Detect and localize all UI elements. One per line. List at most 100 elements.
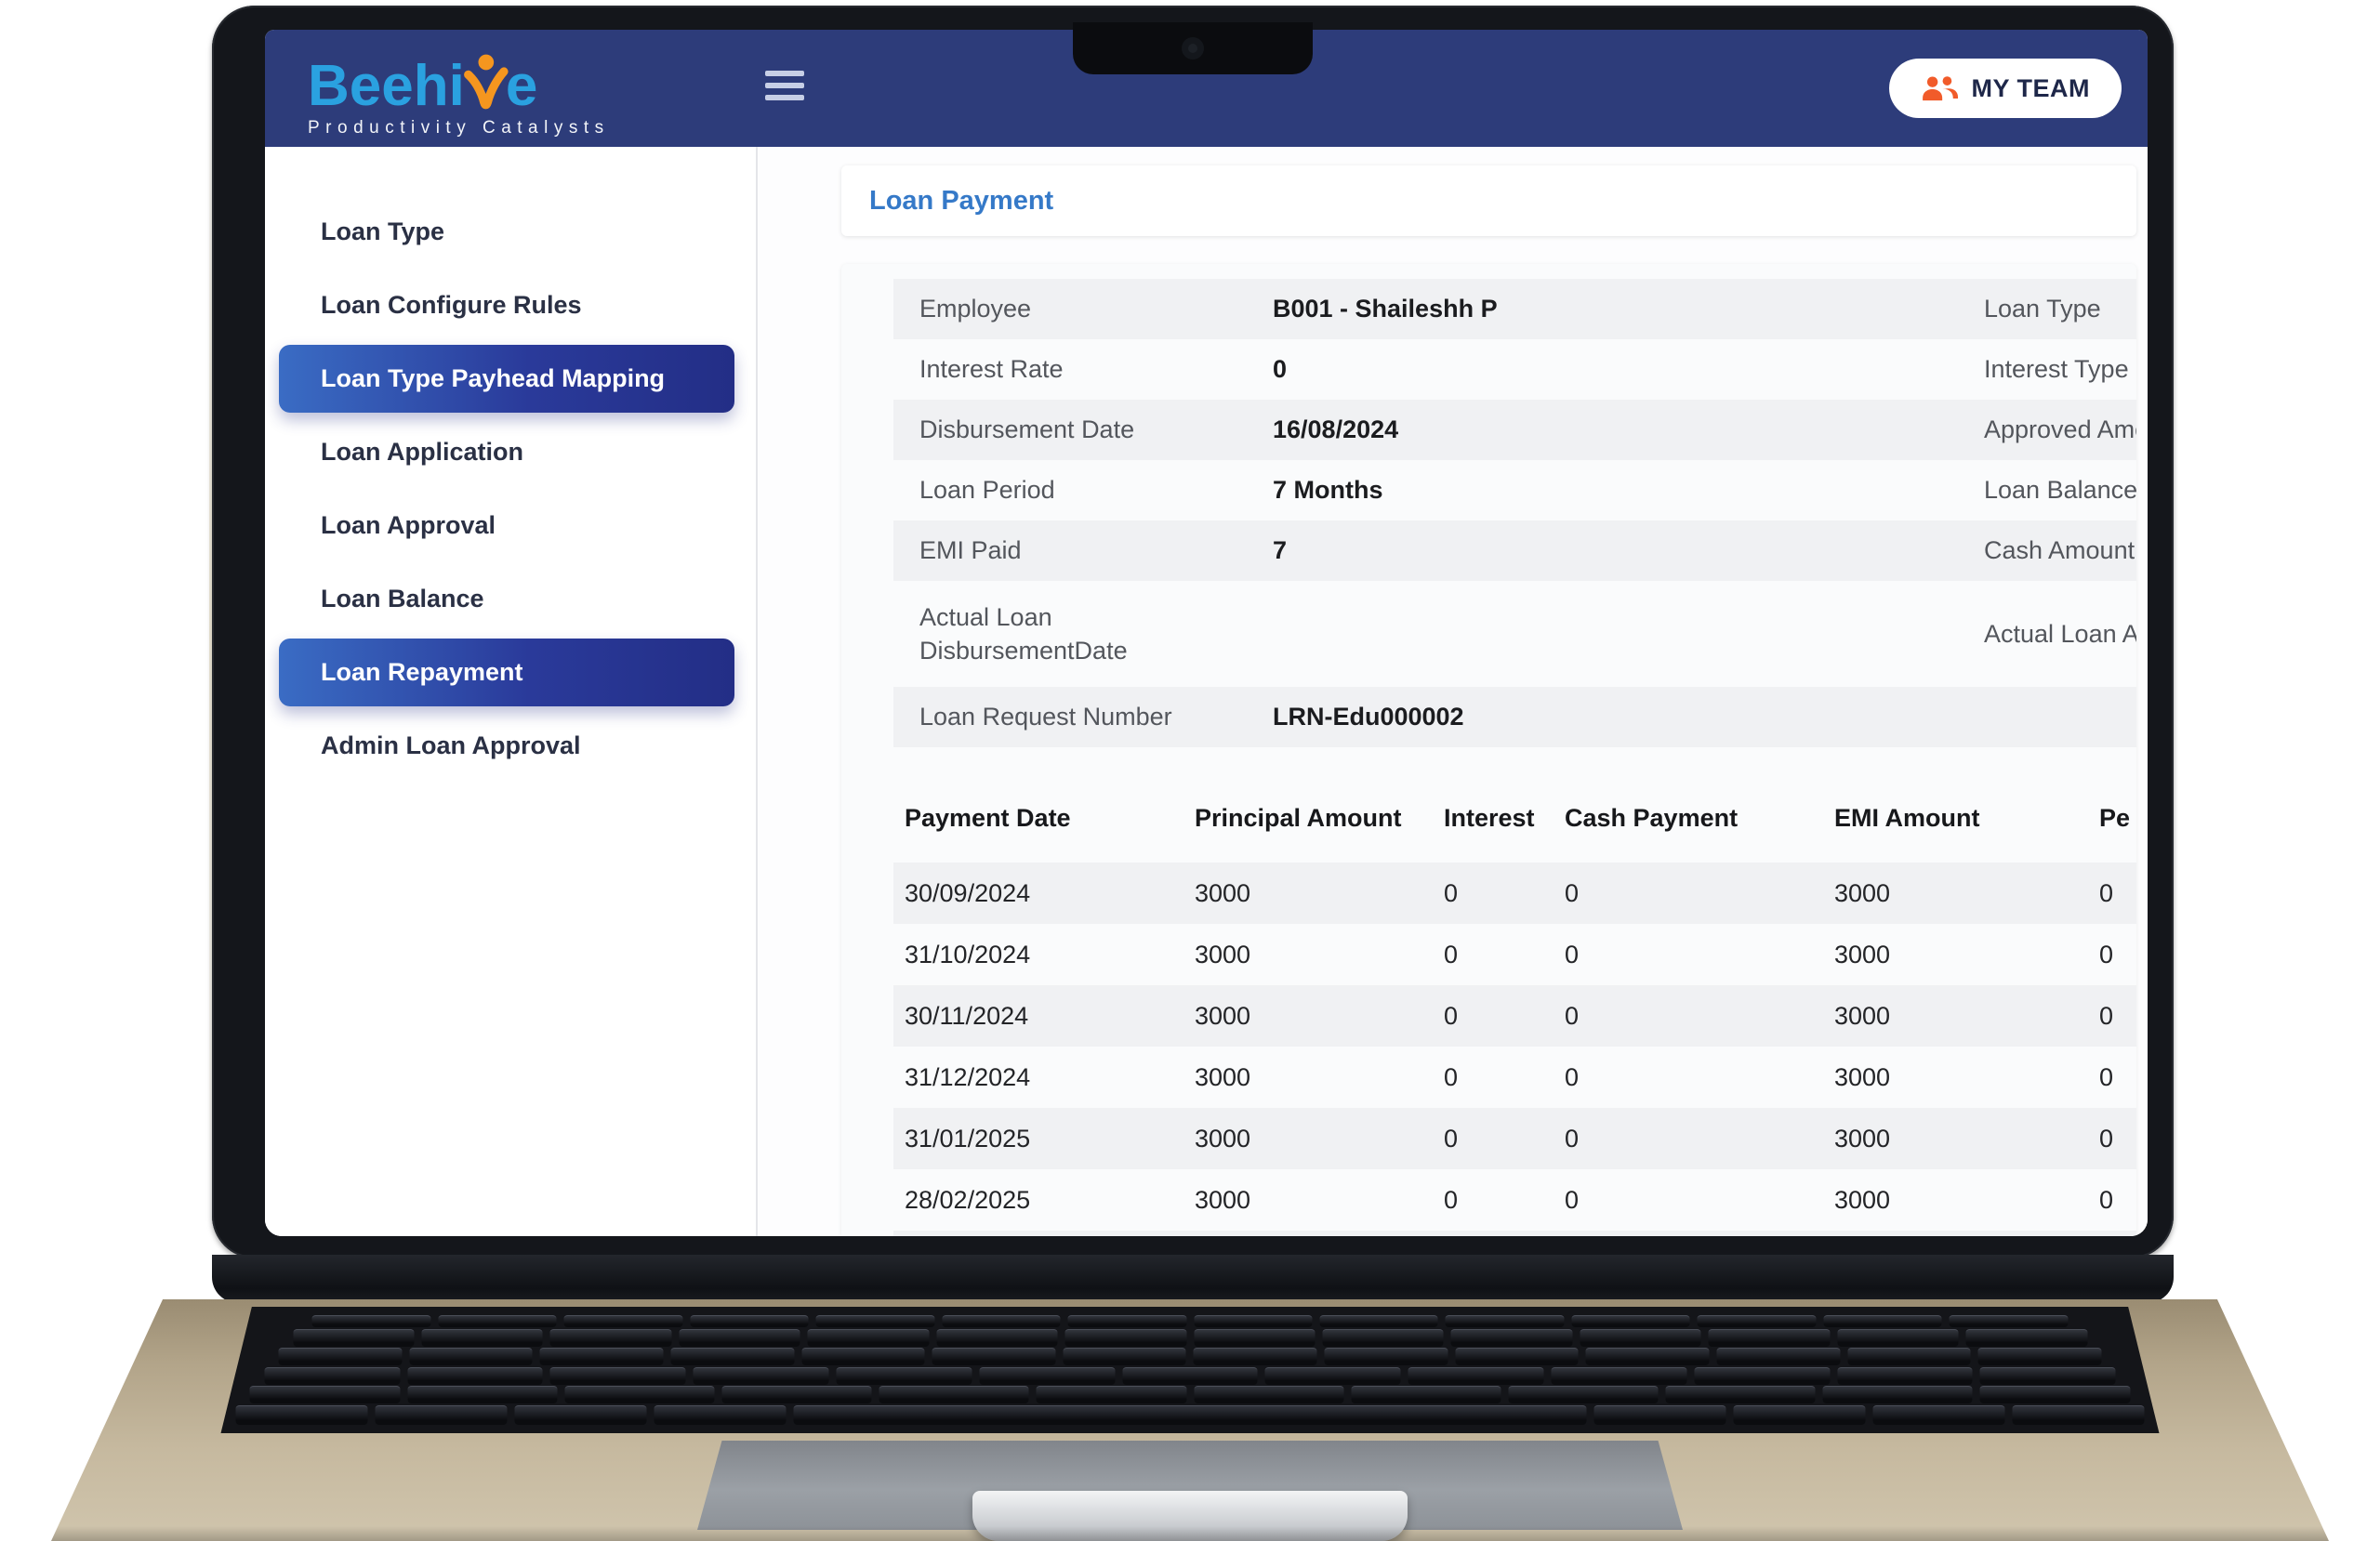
table-cell: 3000	[1834, 941, 2099, 969]
keyboard-key	[671, 1348, 795, 1365]
keyboard-key	[1068, 1315, 1186, 1327]
sidebar-item-loan-configure-rules[interactable]: Loan Configure Rules	[265, 269, 756, 342]
sidebar-item-label: Loan Application	[321, 438, 523, 467]
keyboard-key	[312, 1315, 430, 1327]
keyboard-key	[816, 1315, 934, 1327]
detail-row-interest-rate: Interest Rate0Interest Type	[893, 339, 2136, 400]
sidebar-item-label: Loan Balance	[321, 585, 484, 613]
keyboard-key	[690, 1315, 808, 1327]
page-title-card: Loan Payment	[841, 165, 2136, 236]
detail-label: Interest Rate	[919, 355, 1273, 384]
payments-table: Payment DatePrincipal AmountInterestCash…	[893, 794, 2136, 1236]
keyboard-key	[1694, 1367, 1830, 1385]
keyboard-key	[1325, 1348, 1448, 1365]
beehive-logo: Beehi e Productivity Catalysts	[308, 38, 610, 138]
camera-dot	[1182, 37, 1204, 59]
sidebar-item-loan-application[interactable]: Loan Application	[265, 415, 756, 489]
table-cell: 0	[2099, 941, 2136, 969]
keyboard-key	[1351, 1386, 1501, 1403]
keyboard-key	[1455, 1348, 1579, 1365]
keyboard-key	[1065, 1329, 1186, 1347]
detail-label: Loan Period	[919, 476, 1273, 505]
sidebar-item-label: Loan Type Payhead Mapping	[321, 364, 665, 393]
sidebar-item-loan-repayment[interactable]: Loan Repayment	[279, 639, 734, 706]
table-cell: 3000	[1195, 1002, 1444, 1031]
team-icon	[1921, 74, 1958, 102]
sidebar-item-loan-type[interactable]: Loan Type	[265, 195, 756, 269]
detail-row-employee: EmployeeB001 - Shaileshh PLoan Type	[893, 279, 2136, 339]
sidebar-item-label: Loan Repayment	[321, 658, 523, 687]
detail-row-emi-paid: EMI Paid7Cash Amount	[893, 520, 2136, 581]
loan-details-card: EmployeeB001 - Shaileshh PLoan TypeInter…	[841, 264, 2136, 1236]
keyboard-key	[1872, 1405, 2004, 1425]
detail-value: 7	[1273, 536, 1984, 565]
my-team-button[interactable]: MY TEAM	[1889, 59, 2122, 118]
keyboard-key	[1551, 1367, 1686, 1385]
keyboard	[221, 1307, 2160, 1433]
keyboard-key	[422, 1329, 543, 1347]
keyboard-key	[1698, 1315, 1816, 1327]
table-cell: 0	[1444, 1186, 1565, 1215]
table-cell: 0	[2099, 1063, 2136, 1092]
keyboard-key	[376, 1405, 508, 1425]
keyboard-key	[1837, 1329, 1958, 1347]
table-cell: 0	[1565, 1186, 1834, 1215]
menu-icon[interactable]	[765, 71, 804, 100]
column-header-pe: Pe	[2099, 804, 2136, 833]
keyboard-key	[550, 1329, 671, 1347]
keyboard-key	[1320, 1315, 1438, 1327]
keyboard-key	[550, 1367, 686, 1385]
table-cell: 30/09/2024	[905, 879, 1195, 908]
app-body: Loan TypeLoan Configure Rules Loan Type P…	[265, 147, 2148, 1236]
table-cell: 0	[2099, 1186, 2136, 1215]
table-cell: 3000	[1834, 879, 2099, 908]
detail-label-right: Interest Type	[1984, 355, 2136, 384]
keyboard-key	[1265, 1367, 1401, 1385]
sidebar-item-loan-type-payhead-mapping[interactable]: Loan Type Payhead Mapping	[279, 345, 734, 413]
keyboard-key	[801, 1348, 925, 1365]
keyboard-key	[1978, 1348, 2102, 1365]
keyboard-key	[1194, 1315, 1312, 1327]
table-cell: 0	[1444, 1063, 1565, 1092]
table-cell: 0	[1565, 879, 1834, 908]
column-header-interest: Interest	[1444, 804, 1565, 833]
keyboard-key	[250, 1386, 400, 1403]
keyboard-key	[942, 1315, 1060, 1327]
keyboard-key	[1823, 1315, 1941, 1327]
payments-table-body: 30/09/20243000003000031/10/2024300000300…	[893, 863, 2136, 1231]
column-header-emi-amount: EMI Amount	[1834, 804, 2099, 833]
table-cell: 3000	[1195, 1125, 1444, 1153]
keyboard-key	[1823, 1386, 1973, 1403]
table-cell: 3000	[1834, 1063, 2099, 1092]
keyboard-key	[1586, 1348, 1710, 1365]
sidebar-item-loan-approval[interactable]: Loan Approval	[265, 489, 756, 562]
keyboard-key	[879, 1386, 1029, 1403]
table-cell: 28/02/2025	[905, 1186, 1195, 1215]
table-cell: 0	[1565, 1063, 1834, 1092]
detail-label: Actual Loan DisbursementDate	[919, 600, 1198, 668]
keyboard-key	[1593, 1405, 1726, 1425]
keyboard-key	[409, 1348, 533, 1365]
keyboard-key	[1446, 1315, 1564, 1327]
sidebar-item-loan-balance[interactable]: Loan Balance	[265, 562, 756, 636]
detail-row-disbursement-date: Disbursement Date16/08/2024Approved Amo	[893, 400, 2136, 460]
keyboard-key	[1709, 1329, 1830, 1347]
detail-label-right: Approved Amo	[1984, 415, 2136, 444]
table-row: 31/12/202430000030000	[893, 1047, 2136, 1108]
detail-label-right: Cash Amount	[1984, 536, 2136, 565]
keyboard-key	[1063, 1348, 1186, 1365]
keyboard-key	[1580, 1329, 1700, 1347]
keyboard-key	[1194, 1329, 1315, 1347]
table-cell: 3000	[1195, 1063, 1444, 1092]
table-cell: 31/01/2025	[905, 1125, 1195, 1153]
table-cell: 31/10/2024	[905, 941, 1195, 969]
keyboard-key	[1571, 1315, 1689, 1327]
sidebar-item-admin-loan-approval[interactable]: Admin Loan Approval	[265, 709, 756, 783]
sidebar: Loan TypeLoan Configure Rules Loan Type P…	[265, 147, 758, 1236]
keyboard-key	[794, 1405, 1586, 1425]
detail-value: LRN-Edu000002	[1273, 703, 1984, 731]
table-cell: 0	[1565, 941, 1834, 969]
column-header-cash-payment: Cash Payment	[1565, 804, 1834, 833]
table-cell: 0	[1565, 1125, 1834, 1153]
table-cell: 0	[2099, 1002, 2136, 1031]
